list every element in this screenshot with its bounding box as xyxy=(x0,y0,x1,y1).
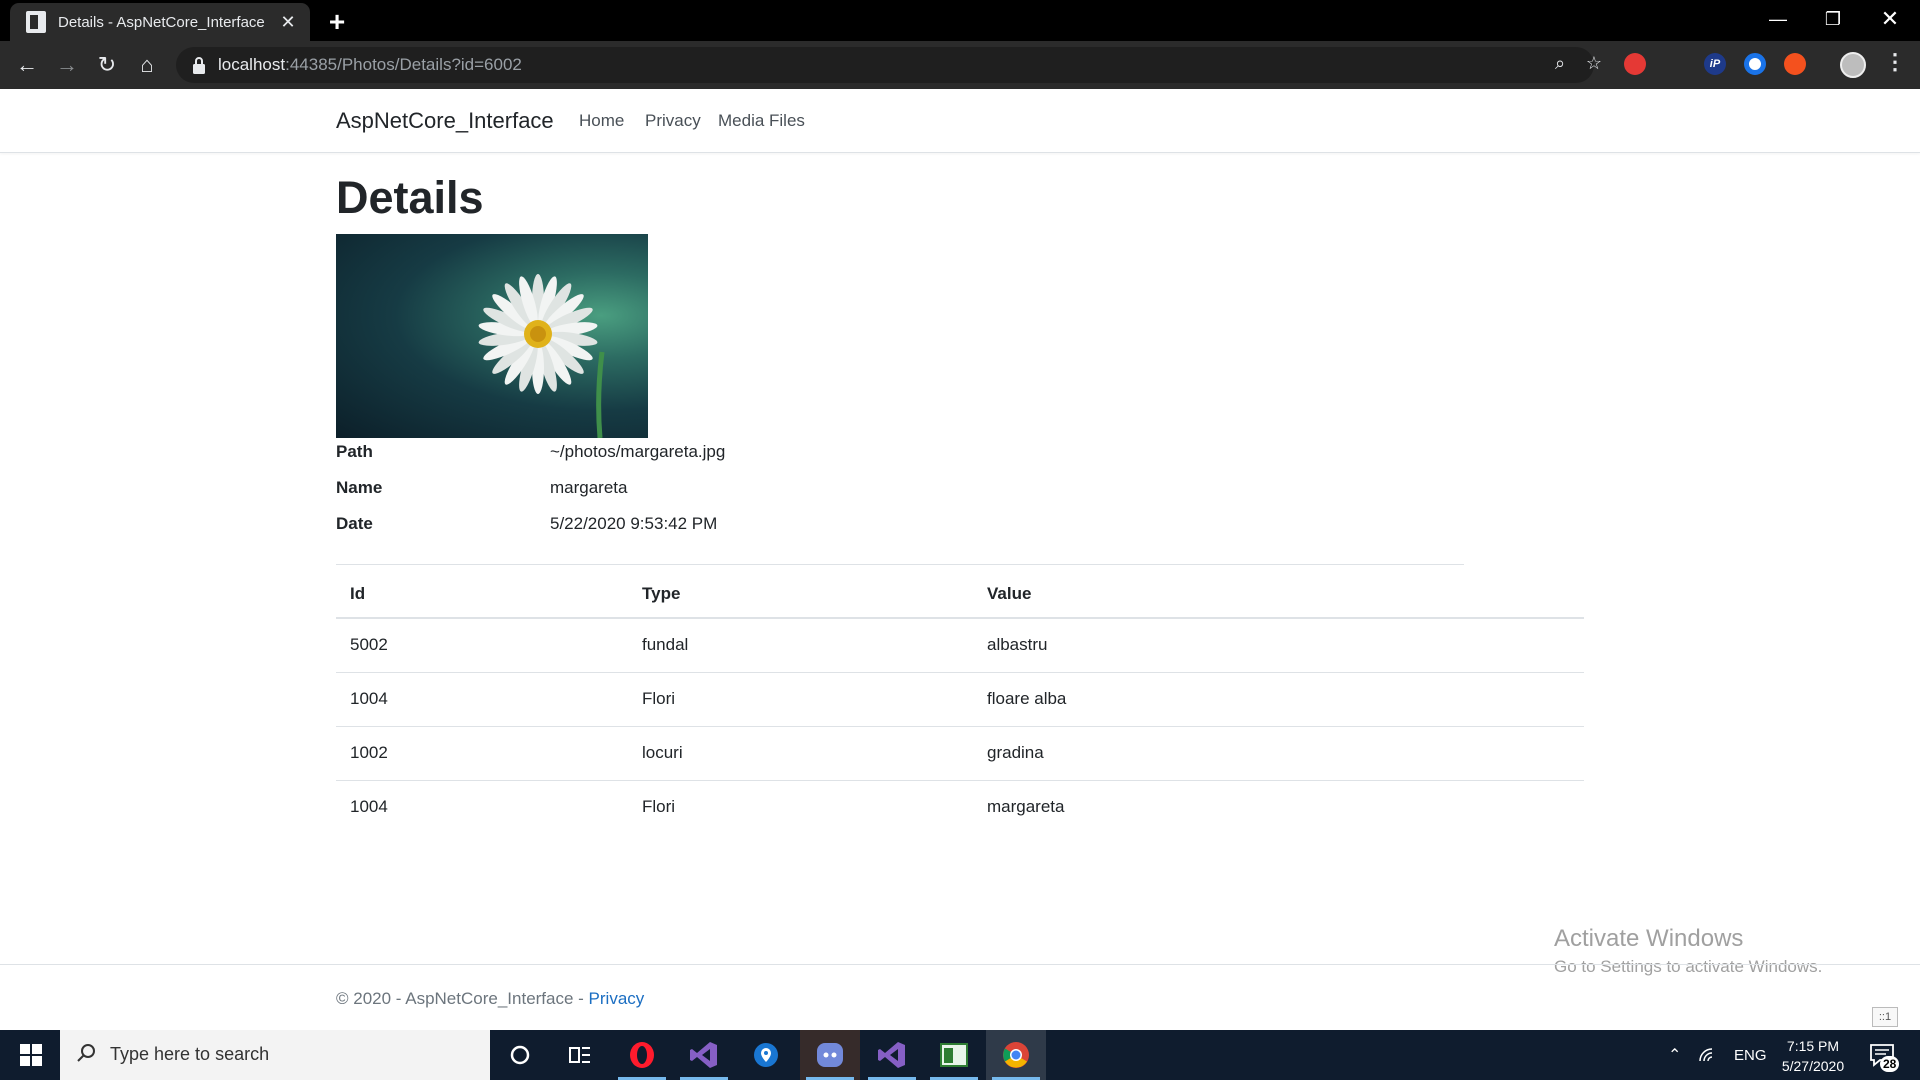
browser-toolbar: ← → ↻ ⌂ localhost:44385/Photos/Details?i… xyxy=(0,41,1920,89)
cell-value: gradina xyxy=(973,726,1584,781)
browser-tab[interactable]: Details - AspNetCore_Interface ✕ xyxy=(10,3,310,41)
lock-icon xyxy=(193,57,205,74)
column-header-id: Id xyxy=(336,570,628,619)
search-placeholder: Type here to search xyxy=(110,1044,270,1064)
column-header-type: Type xyxy=(628,570,973,619)
footer-text: © 2020 - AspNetCore_Interface - Privacy xyxy=(336,989,644,1009)
site-navbar: AspNetCore_Interface Home Privacy Media … xyxy=(0,89,1920,153)
discord-icon[interactable] xyxy=(800,1030,860,1080)
windows-start-icon[interactable] xyxy=(20,1044,42,1066)
cell-id: 1002 xyxy=(336,726,628,781)
path-value: ~/photos/margareta.jpg xyxy=(550,442,726,461)
footer-copyright: © 2020 - AspNetCore_Interface - xyxy=(336,989,589,1008)
cell-id: 5002 xyxy=(336,618,628,673)
nav-link-media-files[interactable]: Media Files xyxy=(718,111,805,131)
extension-red-icon[interactable] xyxy=(1624,53,1646,75)
network-icon[interactable] xyxy=(1698,1030,1716,1080)
url-text: localhost:44385/Photos/Details?id=6002 xyxy=(218,55,522,75)
cell-type: Flori xyxy=(628,672,973,727)
daisy-illustration xyxy=(478,274,605,438)
chrome-icon[interactable] xyxy=(986,1030,1046,1080)
visual-studio-icon-2[interactable] xyxy=(862,1030,922,1080)
name-label: Name xyxy=(336,478,383,497)
maps-icon[interactable] xyxy=(736,1030,796,1080)
cortana-icon[interactable] xyxy=(490,1030,550,1080)
table-row: 1004 Flori margareta xyxy=(336,780,1584,834)
table-row: 1004 Flori floare alba xyxy=(336,672,1584,727)
new-tab-icon[interactable]: + xyxy=(322,6,352,38)
system-clock[interactable]: 7:15 PM 5/27/2020 xyxy=(1768,1036,1858,1076)
windows-taskbar: Type here to search ⌃ ENG 7:15 PM 5/27/2… xyxy=(0,1030,1920,1080)
table-row: 1002 locuri gradina xyxy=(336,726,1584,781)
language-indicator[interactable]: ENG xyxy=(1734,1030,1767,1080)
back-icon[interactable]: ← xyxy=(12,51,42,79)
name-value: margareta xyxy=(550,478,628,497)
notification-count-badge: 28 xyxy=(1880,1056,1900,1072)
date-label: Date xyxy=(336,514,373,533)
cell-type: Flori xyxy=(642,797,676,817)
extension-blue-icon[interactable] xyxy=(1744,53,1766,75)
path-label: Path xyxy=(336,442,373,461)
extension-orange-icon[interactable] xyxy=(1784,53,1806,75)
cell-value: albastru xyxy=(973,618,1584,673)
browser-tab-strip: Details - AspNetCore_Interface ✕ + — ❐ ✕ xyxy=(0,0,1920,41)
nav-link-home[interactable]: Home xyxy=(579,111,624,131)
zoom-icon[interactable]: ⌕ xyxy=(1548,53,1572,74)
extension-ip-icon[interactable]: iP xyxy=(1704,53,1726,75)
app-window-icon[interactable] xyxy=(924,1030,984,1080)
address-bar[interactable]: localhost:44385/Photos/Details?id=6002 ⌕… xyxy=(176,47,1602,83)
cell-id: 1004 xyxy=(350,797,388,817)
opera-icon[interactable] xyxy=(612,1030,672,1080)
bookmark-star-icon[interactable]: ☆ xyxy=(1582,53,1606,74)
divider xyxy=(336,564,1464,565)
page-favicon-icon xyxy=(26,11,46,33)
date-value: 5/22/2020 9:53:42 PM xyxy=(550,514,718,533)
visual-studio-icon[interactable] xyxy=(674,1030,734,1080)
photo-image xyxy=(336,234,648,438)
cell-type: fundal xyxy=(628,618,973,673)
nav-link-privacy[interactable]: Privacy xyxy=(645,111,701,131)
task-view-icon[interactable] xyxy=(550,1030,610,1080)
restore-window-icon[interactable]: ❐ xyxy=(1813,2,1853,36)
clock-time: 7:15 PM xyxy=(1786,1038,1840,1054)
url-path: :44385/Photos/Details?id=6002 xyxy=(285,55,522,74)
minimize-window-icon[interactable]: — xyxy=(1758,2,1798,36)
close-tab-icon[interactable]: ✕ xyxy=(276,12,300,33)
taskbar-search-box[interactable]: Type here to search xyxy=(60,1030,490,1080)
reload-icon[interactable]: ↻ xyxy=(92,51,122,79)
cell-value: floare alba xyxy=(973,672,1584,727)
table-row: 5002 fundal albastru xyxy=(336,618,1584,673)
cell-type: locuri xyxy=(628,726,973,781)
page-title: Details xyxy=(336,172,484,223)
footer-privacy-link[interactable]: Privacy xyxy=(589,989,645,1008)
tags-table: Id Type Value 5002 fundal albastru 1004 … xyxy=(336,570,1584,834)
cell-value: margareta xyxy=(987,797,1065,817)
profile-avatar[interactable] xyxy=(1840,52,1866,78)
search-icon xyxy=(77,1044,95,1062)
column-header-value: Value xyxy=(973,570,1584,619)
tab-title: Details - AspNetCore_Interface xyxy=(58,13,265,31)
table-header-row: Id Type Value xyxy=(336,570,1584,619)
home-icon[interactable]: ⌂ xyxy=(132,51,162,79)
url-host: localhost xyxy=(218,55,286,74)
forward-icon[interactable]: → xyxy=(52,51,82,79)
browser-menu-icon[interactable]: ⋮ xyxy=(1884,49,1906,75)
cell-id: 1004 xyxy=(336,672,628,727)
watermark-title: Activate Windows xyxy=(1554,925,1744,952)
site-footer: © 2020 - AspNetCore_Interface - Privacy xyxy=(0,964,1920,1030)
clock-date: 5/27/2020 xyxy=(1781,1058,1845,1074)
site-brand[interactable]: AspNetCore_Interface xyxy=(336,108,554,134)
close-window-icon[interactable]: ✕ xyxy=(1870,2,1910,36)
tray-overflow-icon[interactable]: ⌃ xyxy=(1668,1030,1681,1080)
scroll-indicator: ::1 xyxy=(1872,1007,1898,1027)
